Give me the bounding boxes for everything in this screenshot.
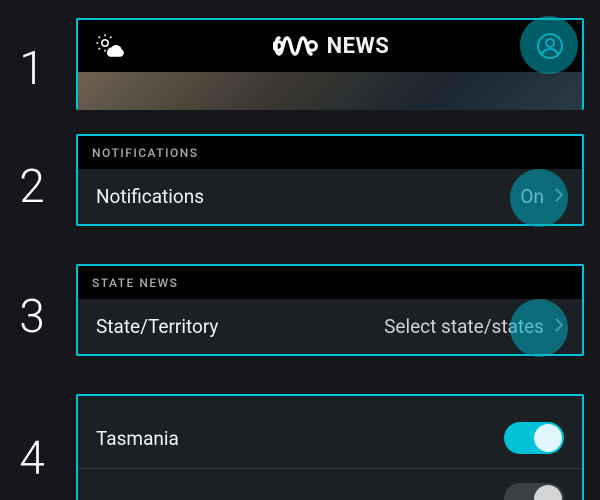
card-states-list: Tasmania <box>76 394 584 500</box>
step-number-1: 1 <box>0 42 64 96</box>
card-news-header: NEWS <box>76 18 584 110</box>
chevron-right-icon <box>554 315 564 338</box>
step-number-2: 2 <box>0 160 64 214</box>
brand-title: NEWS <box>327 34 390 59</box>
notifications-label: Notifications <box>96 185 204 208</box>
app-header: NEWS <box>78 20 582 72</box>
card-notifications: NOTIFICATIONS Notifications On <box>76 134 584 226</box>
news-hero-image <box>78 72 582 110</box>
weather-icon[interactable] <box>96 34 126 58</box>
section-header-notifications: NOTIFICATIONS <box>78 136 582 169</box>
list-item[interactable]: Tasmania <box>78 408 582 468</box>
state-territory-label: State/Territory <box>96 315 218 338</box>
row-notifications[interactable]: Notifications On <box>78 169 582 224</box>
notifications-value: On <box>520 185 544 208</box>
section-header-state-news: STATE NEWS <box>78 266 582 299</box>
step-number-3: 3 <box>0 290 64 344</box>
row-state-territory[interactable]: State/Territory Select state/states <box>78 299 582 354</box>
card-state-news: STATE NEWS State/Territory Select state/… <box>76 264 584 356</box>
state-territory-value: Select state/states <box>384 315 544 338</box>
list-item[interactable] <box>78 469 582 500</box>
brand-logo: NEWS <box>273 34 390 59</box>
state-toggle[interactable] <box>504 422 564 454</box>
abc-logo-icon <box>273 35 319 57</box>
profile-icon[interactable] <box>536 32 564 60</box>
state-toggle[interactable] <box>504 483 564 500</box>
state-name: Tasmania <box>96 427 179 450</box>
chevron-right-icon <box>554 185 564 208</box>
step-number-4: 4 <box>0 432 64 486</box>
